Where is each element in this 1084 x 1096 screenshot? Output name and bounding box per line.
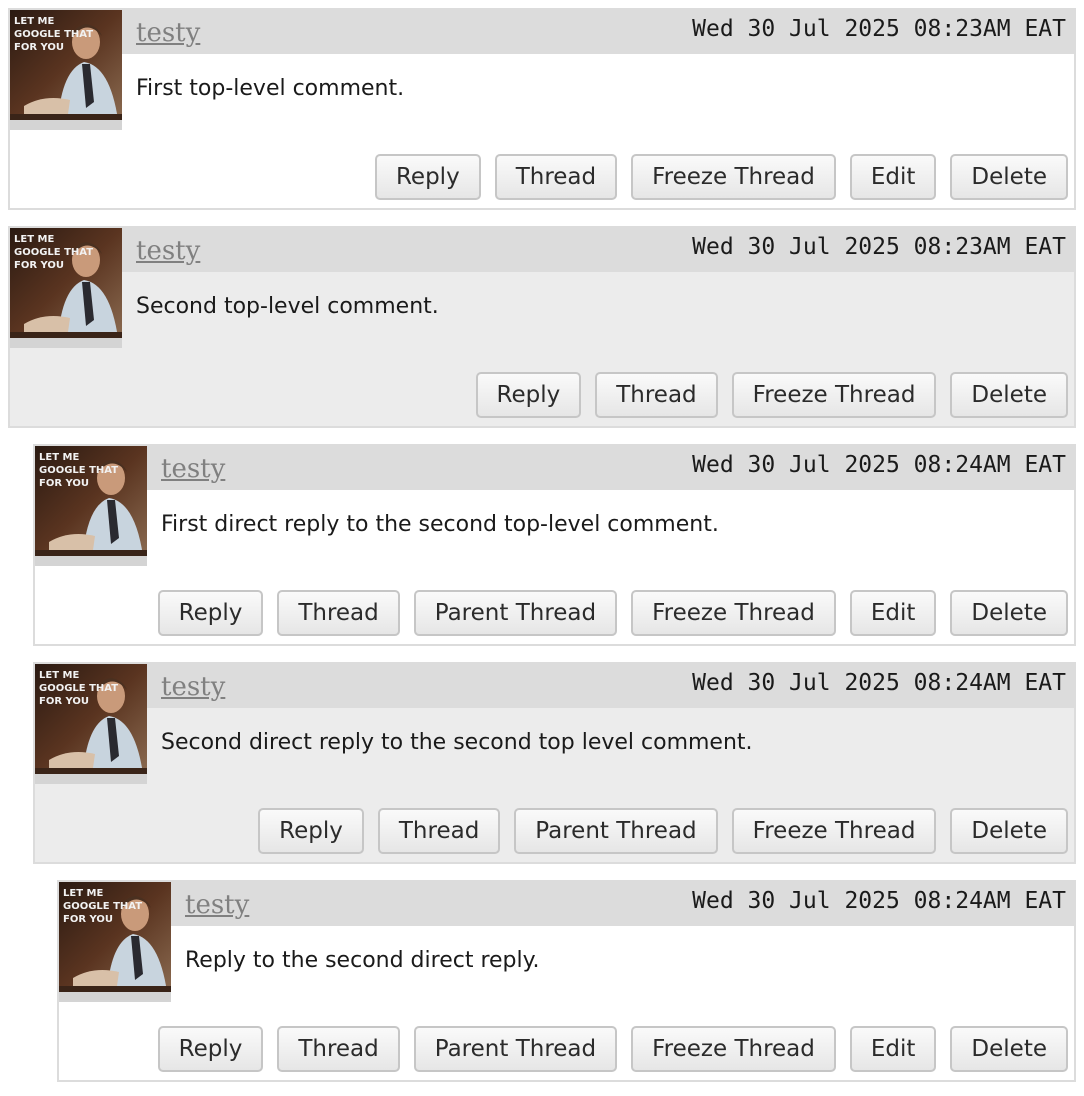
username-link[interactable]: testy bbox=[161, 672, 225, 702]
avatar: LET ME GOOGLE THAT FOR YOU bbox=[35, 446, 147, 566]
freeze-thread-button[interactable]: Freeze Thread bbox=[631, 154, 836, 200]
timestamp: Wed 30 Jul 2025 08:23AM EAT bbox=[692, 234, 1066, 260]
comment: LET ME GOOGLE THAT FOR YOU testy Wed 30 Ju… bbox=[8, 8, 1076, 210]
svg-text:LET ME: LET ME bbox=[63, 888, 103, 899]
comment: LET ME GOOGLE THAT FOR YOU testy Wed 30 Ju… bbox=[33, 662, 1076, 864]
delete-button[interactable]: Delete bbox=[950, 1026, 1068, 1072]
username-link[interactable]: testy bbox=[185, 890, 249, 920]
username-link[interactable]: testy bbox=[161, 454, 225, 484]
svg-text:LET ME: LET ME bbox=[14, 234, 54, 245]
comment: LET ME GOOGLE THAT FOR YOU testy Wed 30 Ju… bbox=[8, 226, 1076, 428]
svg-text:GOOGLE THAT: GOOGLE THAT bbox=[63, 901, 142, 912]
freeze-thread-button[interactable]: Freeze Thread bbox=[631, 1026, 836, 1072]
parent-thread-button[interactable]: Parent Thread bbox=[413, 1026, 618, 1072]
reply-button[interactable]: Reply bbox=[374, 154, 481, 200]
svg-text:GOOGLE THAT: GOOGLE THAT bbox=[39, 683, 118, 694]
timestamp: Wed 30 Jul 2025 08:23AM EAT bbox=[692, 16, 1066, 42]
comment: LET ME GOOGLE THAT FOR YOU testy Wed 30 Ju… bbox=[57, 880, 1076, 1082]
reply-button[interactable]: Reply bbox=[258, 808, 364, 854]
avatar: LET ME GOOGLE THAT FOR YOU bbox=[10, 228, 122, 348]
comment-actions: Reply Thread Parent Thread Freeze Thread… bbox=[157, 1026, 1068, 1072]
comment-text: Second direct reply to the second top le… bbox=[161, 730, 753, 755]
comment-actions: Reply Thread Freeze Thread Edit Delete bbox=[374, 154, 1068, 200]
svg-text:GOOGLE THAT: GOOGLE THAT bbox=[14, 29, 93, 40]
edit-button[interactable]: Edit bbox=[849, 1026, 937, 1072]
delete-button[interactable]: Delete bbox=[950, 590, 1068, 636]
reply-button[interactable]: Reply bbox=[157, 590, 264, 636]
comment-text: Reply to the second direct reply. bbox=[185, 948, 540, 973]
comment-actions: Reply Thread Freeze Thread Delete bbox=[475, 372, 1068, 418]
reply-button[interactable]: Reply bbox=[475, 372, 582, 418]
delete-button[interactable]: Delete bbox=[950, 808, 1068, 854]
timestamp: Wed 30 Jul 2025 08:24AM EAT bbox=[692, 670, 1066, 696]
svg-text:GOOGLE THAT: GOOGLE THAT bbox=[39, 465, 118, 476]
parent-thread-button[interactable]: Parent Thread bbox=[514, 808, 718, 854]
edit-button[interactable]: Edit bbox=[849, 154, 937, 200]
comment-header: testy Wed 30 Jul 2025 08:24AM EAT bbox=[171, 882, 1074, 926]
svg-text:LET ME: LET ME bbox=[14, 16, 54, 27]
svg-text:LET ME: LET ME bbox=[39, 452, 79, 463]
comment-header: testy Wed 30 Jul 2025 08:24AM EAT bbox=[147, 664, 1074, 708]
timestamp: Wed 30 Jul 2025 08:24AM EAT bbox=[692, 888, 1066, 914]
timestamp: Wed 30 Jul 2025 08:24AM EAT bbox=[692, 452, 1066, 478]
comment-actions: Reply Thread Parent Thread Freeze Thread… bbox=[157, 590, 1068, 636]
thread-button[interactable]: Thread bbox=[377, 808, 501, 854]
svg-text:FOR YOU: FOR YOU bbox=[39, 696, 89, 707]
thread-button[interactable]: Thread bbox=[277, 590, 400, 636]
edit-button[interactable]: Edit bbox=[849, 590, 937, 636]
delete-button[interactable]: Delete bbox=[950, 372, 1068, 418]
avatar: LET ME GOOGLE THAT FOR YOU bbox=[35, 664, 147, 784]
comment-text: First top-level comment. bbox=[136, 76, 405, 101]
freeze-thread-button[interactable]: Freeze Thread bbox=[631, 590, 836, 636]
svg-text:FOR YOU: FOR YOU bbox=[14, 260, 64, 271]
comment: LET ME GOOGLE THAT FOR YOU testy Wed 30 Ju… bbox=[33, 444, 1076, 646]
svg-text:FOR YOU: FOR YOU bbox=[39, 478, 89, 489]
delete-button[interactable]: Delete bbox=[950, 154, 1068, 200]
avatar: LET ME GOOGLE THAT FOR YOU bbox=[59, 882, 171, 1002]
svg-text:LET ME: LET ME bbox=[39, 670, 79, 681]
comment-actions: Reply Thread Parent Thread Freeze Thread… bbox=[258, 808, 1068, 854]
thread-button[interactable]: Thread bbox=[494, 154, 618, 200]
svg-text:GOOGLE THAT: GOOGLE THAT bbox=[14, 247, 93, 258]
comment-header: testy Wed 30 Jul 2025 08:23AM EAT bbox=[122, 10, 1074, 54]
reply-button[interactable]: Reply bbox=[157, 1026, 264, 1072]
comment-header: testy Wed 30 Jul 2025 08:23AM EAT bbox=[122, 228, 1074, 272]
freeze-thread-button[interactable]: Freeze Thread bbox=[731, 808, 937, 854]
svg-text:FOR YOU: FOR YOU bbox=[63, 914, 113, 925]
comment-text: Second top-level comment. bbox=[136, 294, 439, 319]
comment-header: testy Wed 30 Jul 2025 08:24AM EAT bbox=[147, 446, 1074, 490]
username-link[interactable]: testy bbox=[136, 18, 200, 48]
thread-button[interactable]: Thread bbox=[277, 1026, 400, 1072]
avatar: LET ME GOOGLE THAT FOR YOU bbox=[10, 10, 122, 130]
username-link[interactable]: testy bbox=[136, 236, 200, 266]
thread-button[interactable]: Thread bbox=[595, 372, 718, 418]
comment-text: First direct reply to the second top-lev… bbox=[161, 512, 719, 537]
svg-text:FOR YOU: FOR YOU bbox=[14, 42, 64, 53]
freeze-thread-button[interactable]: Freeze Thread bbox=[731, 372, 937, 418]
parent-thread-button[interactable]: Parent Thread bbox=[413, 590, 618, 636]
